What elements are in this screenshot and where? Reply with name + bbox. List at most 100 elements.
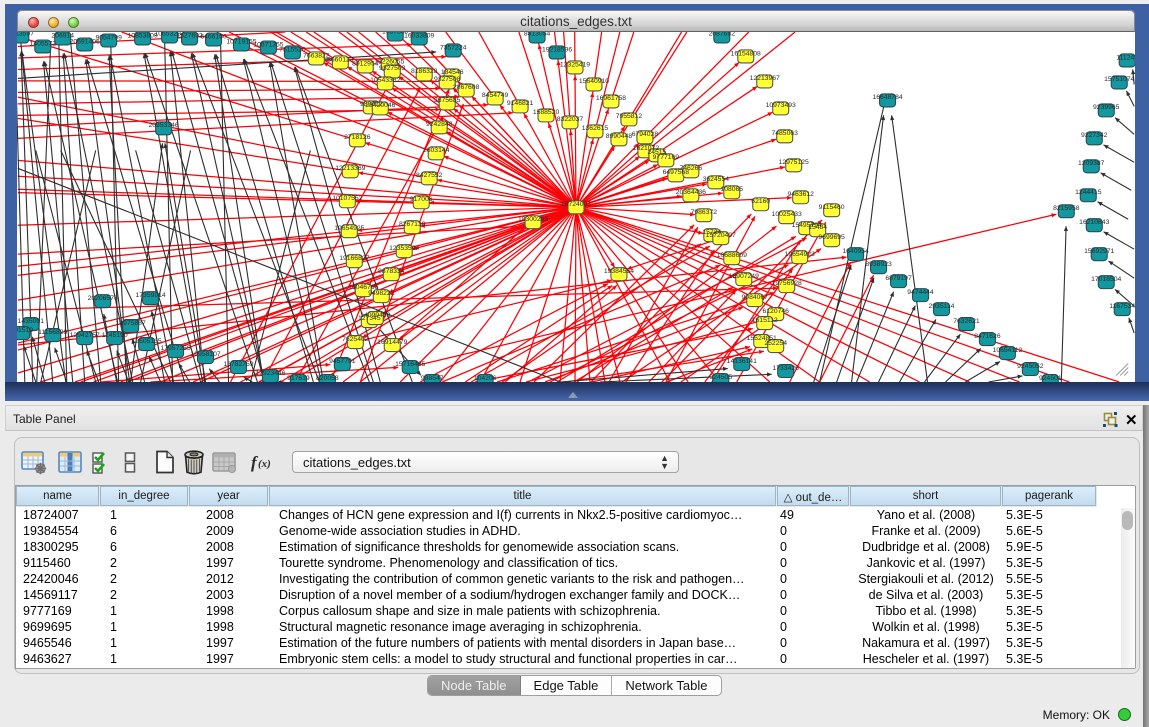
svg-text:20953346: 20953346 (149, 122, 179, 129)
svg-text:917006: 917006 (410, 196, 433, 203)
svg-text:(x): (x) (258, 458, 271, 470)
svg-text:12353594: 12353594 (389, 244, 419, 251)
svg-text:14136141: 14136141 (727, 357, 757, 364)
svg-text:9463612: 9463612 (787, 191, 814, 198)
svg-text:6466160: 6466160 (200, 33, 227, 40)
svg-text:111245: 111245 (1116, 54, 1135, 61)
svg-text:9327503: 9327503 (379, 65, 406, 72)
svg-text:12213967: 12213967 (750, 75, 780, 82)
svg-text:8878334: 8878334 (378, 267, 405, 274)
svg-text:1615112: 1615112 (752, 316, 778, 323)
svg-text:7986372: 7986372 (691, 209, 718, 216)
svg-text:20206576: 20206576 (88, 294, 118, 301)
svg-text:8322037: 8322037 (557, 116, 584, 123)
svg-text:16210643: 16210643 (1079, 219, 1109, 226)
svg-text:8813054: 8813054 (524, 32, 551, 37)
svg-text:10719155: 10719155 (226, 38, 256, 45)
svg-text:252254: 252254 (764, 339, 787, 346)
svg-text:184546: 184546 (441, 69, 464, 76)
svg-text:8990448: 8990448 (606, 133, 633, 140)
svg-text:9239965: 9239965 (1093, 104, 1120, 111)
svg-text:9474444: 9474444 (907, 288, 934, 295)
svg-text:7955812: 7955812 (616, 113, 643, 120)
svg-text:15716485: 15716485 (395, 360, 425, 367)
svg-text:924505: 924505 (709, 373, 732, 380)
svg-text:10107552: 10107552 (332, 195, 362, 202)
svg-text:8660123: 8660123 (327, 56, 354, 63)
svg-text:19756928: 19756928 (772, 279, 802, 286)
svg-text:9115460: 9115460 (819, 204, 845, 211)
svg-text:10975887: 10975887 (116, 319, 146, 326)
svg-text:3624554: 3624554 (703, 176, 730, 183)
svg-text:7485063: 7485063 (771, 130, 798, 137)
svg-text:6794028: 6794028 (632, 131, 659, 138)
svg-text:18300295: 18300295 (518, 216, 548, 223)
svg-text:9242848: 9242848 (426, 121, 453, 128)
svg-text:7632621: 7632621 (953, 317, 980, 324)
svg-text:9777169: 9777169 (653, 154, 680, 161)
svg-text:8215958: 8215958 (1053, 205, 1080, 212)
svg-text:19654925: 19654925 (334, 225, 364, 232)
svg-text:391519: 391519 (17, 326, 33, 333)
svg-text:1435001: 1435001 (18, 317, 45, 324)
svg-text:1167534: 1167534 (1109, 302, 1135, 309)
svg-text:1405572: 1405572 (30, 40, 57, 47)
svg-text:6120746: 6120746 (763, 307, 790, 314)
svg-text:2867608: 2867608 (453, 84, 480, 91)
svg-text:2718126: 2718126 (344, 134, 371, 141)
svg-text:2087682: 2087682 (709, 32, 736, 37)
svg-text:62160: 62160 (751, 198, 770, 205)
svg-text:10853809: 10853809 (128, 32, 158, 39)
svg-text:12213369: 12213369 (335, 165, 365, 172)
svg-text:15751074: 15751074 (1104, 76, 1134, 83)
svg-text:16648784: 16648784 (872, 94, 902, 101)
svg-text:9146821: 9146821 (507, 100, 534, 107)
svg-text:18907249: 18907249 (729, 272, 759, 279)
svg-text:1640954: 1640954 (842, 247, 869, 254)
svg-text:3675685: 3675685 (434, 97, 461, 104)
svg-text:108065: 108065 (720, 186, 743, 193)
svg-text:16782759: 16782759 (223, 360, 253, 367)
svg-text:988547: 988547 (421, 374, 444, 381)
svg-text:12942757: 12942757 (70, 331, 100, 338)
svg-text:1588520: 1588520 (533, 109, 560, 116)
svg-text:17016504: 17016504 (1091, 275, 1121, 282)
svg-text:8267130: 8267130 (399, 221, 426, 228)
svg-text:8471626: 8471626 (974, 332, 1001, 339)
svg-text:12325419: 12325419 (560, 61, 590, 68)
svg-text:19166827: 19166827 (339, 254, 369, 261)
svg-text:1527602: 1527602 (176, 32, 203, 39)
svg-text:20364436: 20364436 (676, 189, 706, 196)
svg-text:13226055: 13226055 (374, 58, 404, 65)
svg-text:16914479: 16914479 (377, 338, 407, 345)
svg-text:8938923: 8938923 (865, 260, 892, 267)
svg-text:924501: 924501 (1039, 374, 1062, 381)
svg-text:746266: 746266 (680, 165, 703, 172)
svg-text:7663822: 7663822 (303, 52, 330, 59)
svg-text:1145190: 1145190 (102, 331, 128, 338)
svg-text:10025433: 10025433 (772, 211, 802, 218)
svg-text:17957255: 17957255 (160, 344, 190, 351)
svg-text:16033809: 16033809 (404, 32, 434, 39)
svg-text:15720407: 15720407 (706, 232, 736, 239)
svg-text:12923446: 12923446 (255, 369, 285, 376)
svg-text:19654923: 19654923 (785, 250, 815, 257)
svg-text:10654112: 10654112 (993, 346, 1023, 353)
svg-text:8427552: 8427552 (416, 172, 443, 179)
svg-text:9457791: 9457791 (329, 357, 356, 364)
svg-text:917619: 917619 (287, 374, 310, 381)
svg-text:16154808: 16154808 (731, 50, 761, 57)
svg-text:9227342: 9227342 (1081, 132, 1108, 139)
svg-text:7625402: 7625402 (342, 335, 369, 342)
svg-text:15692971: 15692971 (1084, 247, 1114, 254)
svg-text:12975125: 12975125 (779, 159, 809, 166)
svg-text:9699695: 9699695 (818, 234, 845, 241)
svg-text:9054799: 9054799 (95, 34, 122, 41)
svg-text:9245052: 9245052 (1017, 362, 1044, 369)
svg-text:9327508: 9327508 (434, 76, 461, 83)
svg-text:104206: 104206 (474, 374, 497, 381)
svg-text:8186328: 8186328 (411, 68, 438, 75)
svg-text:1209387: 1209387 (1078, 160, 1105, 167)
svg-text:12505135: 12505135 (132, 337, 162, 344)
svg-text:2935114: 2935114 (929, 302, 955, 309)
